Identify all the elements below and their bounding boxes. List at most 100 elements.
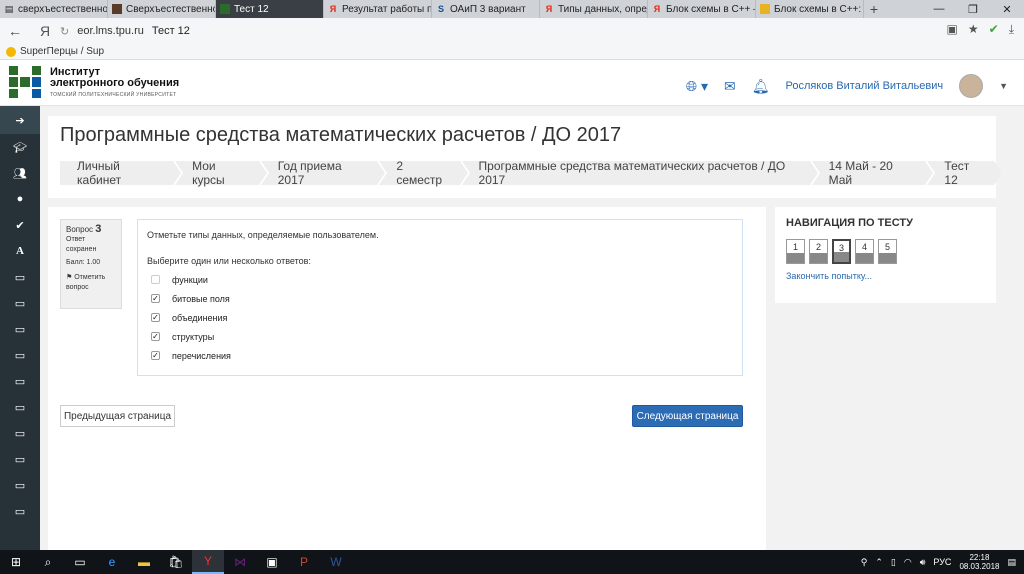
- folder-icon[interactable]: ▭: [0, 264, 40, 290]
- answer-checkbox[interactable]: ✓: [151, 332, 160, 341]
- url-field[interactable]: ↻ eor.lms.tpu.ru Тест 12: [60, 21, 964, 41]
- browser-tab[interactable]: ЯТипы данных, опреде: [540, 0, 648, 18]
- new-tab-button[interactable]: +: [864, 0, 884, 18]
- question-status-2: сохранен: [66, 246, 97, 253]
- folder-icon[interactable]: ▭: [0, 316, 40, 342]
- quiz-page-button[interactable]: 4: [855, 239, 874, 264]
- browser-tab[interactable]: ▤сверхъестественное с: [0, 0, 108, 18]
- clock[interactable]: 22:18 08.03.2018: [959, 553, 999, 571]
- reader-icon[interactable]: ▣: [947, 22, 958, 37]
- sidebar-toggle-icon[interactable]: ➔: [0, 106, 40, 134]
- quiz-page-button[interactable]: 2: [809, 239, 828, 264]
- browser-tab-active[interactable]: Тест 12: [216, 0, 324, 18]
- answer-checkbox[interactable]: [151, 275, 160, 284]
- file-explorer-icon[interactable]: ▬: [128, 550, 160, 574]
- folder-icon[interactable]: ▭: [0, 472, 40, 498]
- check-circle-icon[interactable]: ✔: [0, 212, 40, 238]
- breadcrumb-item[interactable]: 2 семестр: [379, 159, 468, 187]
- download-icon[interactable]: ⤓: [1009, 22, 1014, 37]
- globe-icon[interactable]: 🌐︎ ▾: [686, 78, 708, 95]
- browser-tab[interactable]: S ОАиП 3 вариант: [432, 0, 540, 18]
- font-icon[interactable]: A: [0, 238, 40, 264]
- breadcrumb-item[interactable]: Год приема 2017: [260, 159, 385, 187]
- answer-option[interactable]: ✓ структуры: [147, 327, 733, 346]
- avatar[interactable]: [959, 74, 984, 98]
- flag-question-button[interactable]: ⚑ Отметить вопрос: [66, 273, 116, 293]
- folder-icon[interactable]: ▭: [0, 342, 40, 368]
- yandex-browser-icon[interactable]: Y: [192, 550, 224, 574]
- breadcrumb-item[interactable]: Программные средства математических расч…: [461, 159, 818, 187]
- browser-tab[interactable]: ЯРезультат работы про: [324, 0, 432, 18]
- shield-icon[interactable]: ✔: [989, 22, 999, 37]
- graduation-cap-icon[interactable]: 🎓︎: [0, 134, 40, 160]
- question-text: Отметьте типы данных, определяемые польз…: [147, 230, 379, 240]
- language-indicator[interactable]: РУС: [933, 557, 951, 567]
- breadcrumb-item[interactable]: 14 Май - 20 Май: [811, 159, 934, 187]
- browser-tab[interactable]: Блок схемы в C++: 14: [756, 0, 864, 18]
- yandex-icon: Я: [329, 4, 337, 14]
- video-icon: [112, 4, 122, 14]
- folder-icon[interactable]: ▭: [0, 420, 40, 446]
- folder-icon[interactable]: ▭: [0, 394, 40, 420]
- chevron-up-icon[interactable]: ⌃: [875, 557, 883, 568]
- folder-icon[interactable]: ▭: [0, 290, 40, 316]
- browser-tab[interactable]: Сверхъестественное: [108, 0, 216, 18]
- user-name[interactable]: Росляков Виталий Витальевич: [786, 80, 944, 92]
- system-tray: ⚲ ⌃ ▯ ◠ 🔊︎ РУС 22:18 08.03.2018 ▤: [861, 553, 1024, 571]
- quiz-page-button[interactable]: 1: [786, 239, 805, 264]
- answer-option[interactable]: ✓ объединения: [147, 308, 733, 327]
- task-view-icon[interactable]: ▭: [64, 550, 96, 574]
- site-header: Институт электронного обучения ТОМСКИЙ П…: [0, 60, 1024, 106]
- answer-option[interactable]: функции: [147, 270, 733, 289]
- course-header: Программные средства математических расч…: [48, 116, 1002, 198]
- url-page-title: Тест 12: [151, 25, 190, 37]
- finish-attempt-link[interactable]: Закончить попытку...: [786, 271, 985, 281]
- folder-icon[interactable]: ▭: [0, 498, 40, 524]
- previous-page-button[interactable]: Предыдущая страница: [60, 405, 175, 427]
- answer-option[interactable]: ✓ битовые поля: [147, 289, 733, 308]
- address-bar: ← Я ↻ eor.lms.tpu.ru Тест 12 ▣ ★ ✔ ⤓: [0, 18, 1024, 44]
- answer-checkbox[interactable]: ✓: [151, 294, 160, 303]
- restore-icon[interactable]: ❐: [956, 0, 990, 18]
- question-status: Ответ: [66, 236, 86, 243]
- media-icon[interactable]: ▣: [256, 550, 288, 574]
- quiz-page-button[interactable]: 5: [878, 239, 897, 264]
- volume-icon[interactable]: 🔊︎: [920, 557, 926, 568]
- edge-icon[interactable]: e: [96, 550, 128, 574]
- next-page-button[interactable]: Следующая страница: [632, 405, 743, 427]
- answer-option[interactable]: ✓ перечисления: [147, 346, 733, 365]
- store-icon[interactable]: 🛍︎: [160, 550, 192, 574]
- breadcrumb: Личный кабинет Мои курсы Год приема 2017…: [60, 159, 1002, 187]
- visual-studio-icon[interactable]: ⋈: [224, 550, 256, 574]
- notifications-icon[interactable]: ▤: [1007, 557, 1016, 568]
- yandex-home-icon[interactable]: Я: [30, 18, 60, 44]
- person-icon[interactable]: ⚲: [861, 557, 868, 568]
- chevron-down-icon[interactable]: ▼: [999, 81, 1008, 91]
- breadcrumb-item[interactable]: Мои курсы: [175, 159, 267, 187]
- breadcrumb-item[interactable]: Личный кабинет: [60, 159, 182, 187]
- network-icon[interactable]: ▯: [891, 557, 896, 568]
- wifi-icon[interactable]: ◠: [904, 557, 912, 568]
- breadcrumb-item[interactable]: Тест 12: [927, 159, 1002, 187]
- minimize-icon[interactable]: —: [922, 0, 956, 18]
- reload-icon[interactable]: ↻: [60, 25, 69, 38]
- search-icon[interactable]: ⌕: [32, 550, 64, 574]
- close-icon[interactable]: ✕: [990, 0, 1024, 18]
- answer-checkbox[interactable]: ✓: [151, 313, 160, 322]
- mail-icon[interactable]: ✉: [724, 78, 736, 95]
- institute-logo[interactable]: [9, 66, 41, 98]
- folder-icon[interactable]: ▭: [0, 446, 40, 472]
- word-icon[interactable]: W: [320, 550, 352, 574]
- circle-icon[interactable]: ●: [0, 186, 40, 212]
- answer-checkbox[interactable]: ✓: [151, 351, 160, 360]
- bell-icon[interactable]: 🔔︎: [752, 78, 770, 95]
- powerpoint-icon[interactable]: P: [288, 550, 320, 574]
- windows-start-icon[interactable]: ⊞: [0, 550, 32, 574]
- browser-tab[interactable]: Я Блок схемы в C++ —: [648, 0, 756, 18]
- folder-icon[interactable]: ▭: [0, 368, 40, 394]
- users-icon[interactable]: 👥︎: [0, 160, 40, 186]
- bookmark-item[interactable]: SuperПерцы / Sup: [20, 46, 104, 57]
- quiz-page-button-current[interactable]: 3: [832, 239, 851, 264]
- back-arrow-icon[interactable]: ←: [0, 18, 30, 44]
- star-icon[interactable]: ★: [968, 22, 979, 37]
